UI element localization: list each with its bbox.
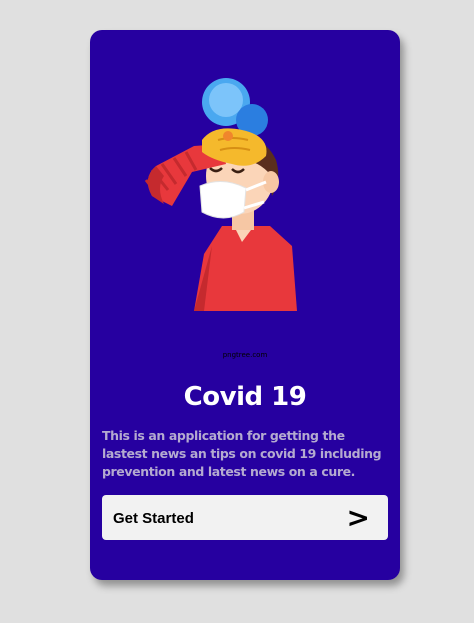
get-started-label: Get Started [113,510,194,527]
get-started-button[interactable]: Get Started > [102,495,388,540]
page-title: Covid 19 [183,382,307,412]
watermark-text: pngtree.com [222,351,268,359]
arrow-right-icon: > [346,501,370,534]
sick-person-with-mask-icon [144,78,297,311]
app-description: This is an application for getting the l… [102,428,382,479]
onboarding-card: pngtree.com Covid 19 This is an applicat… [90,30,400,580]
